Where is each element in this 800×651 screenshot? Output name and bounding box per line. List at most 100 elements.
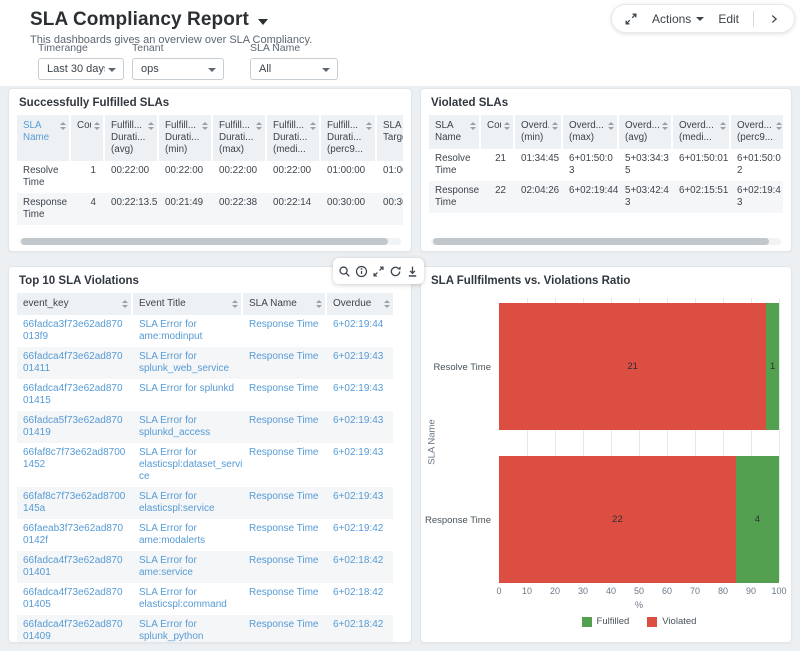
table-cell-link[interactable]: Response Time [243,443,327,487]
column-header-overd-[interactable]: Overd... (min) [515,115,563,149]
column-header-count[interactable]: Count [481,115,515,149]
table-cell-link[interactable]: 6+02:19:43 [327,487,393,519]
sort-icon[interactable] [256,120,262,130]
table-cell-link[interactable]: 6+02:19:43 [327,379,393,411]
table-cell-link[interactable]: Response Time [243,411,327,443]
search-icon[interactable] [336,259,353,283]
table-cell-link[interactable]: SLA Error for splunk_web_service [133,347,243,379]
table-cell-link[interactable]: 66faf8c7f73e62ad8700 1452 [17,443,133,487]
table-cell-link[interactable]: 66faeab3f73e62ad870 0142f [17,519,133,551]
column-header-sla[interactable]: SLA Name [17,115,71,161]
column-header-overd-[interactable]: Overd... (max) [563,115,619,149]
table-cell-link[interactable]: Response Time [243,347,327,379]
table-cell-link[interactable]: SLA Error for splunkd [133,379,243,411]
sort-icon[interactable] [504,120,510,130]
column-header-overd-[interactable]: Overd... (perc9... [731,115,783,149]
column-header-event-key[interactable]: event_key [17,293,133,315]
column-header-fulfill-[interactable]: Fulfill... Durati... (max) [213,115,267,161]
column-header-sla[interactable]: SLA Targe [377,115,403,161]
table-cell-link[interactable]: 6+02:18:42 [327,551,393,583]
table-cell-link[interactable]: Response Time [243,379,327,411]
table-cell-link[interactable]: SLA Error for ame:modalerts [133,519,243,551]
column-header-event-title[interactable]: Event Title [133,293,243,315]
sort-icon[interactable] [232,298,238,308]
table-cell-link[interactable]: 66fadca4f73e62ad870 01401 [17,551,133,583]
sort-icon[interactable] [122,298,128,308]
table-cell-link[interactable]: Response Time [243,615,327,642]
horizontal-scrollbar[interactable] [19,238,401,245]
expand-icon[interactable] [370,259,387,283]
scrollbar-thumb[interactable] [433,238,769,245]
tenant-dropdown[interactable]: ops [132,58,224,80]
table-cell-link[interactable]: Response Time [243,583,327,615]
table-cell-link[interactable]: 66fadca5f73e62ad870 01419 [17,411,133,443]
legend-item-fulfilled[interactable]: Fulfilled [582,616,630,627]
table-cell-link[interactable]: 66fadca4f73e62ad870 01405 [17,583,133,615]
download-icon[interactable] [404,259,421,283]
column-header-count[interactable]: Count [71,115,105,161]
table-cell-link[interactable]: SLA Error for elasticspl:dataset_servi c… [133,443,243,487]
sort-icon[interactable] [552,120,558,130]
table-cell-link[interactable]: SLA Error for splunkd_access [133,411,243,443]
table-cell-link[interactable]: 66fadca4f73e62ad870 01409 [17,615,133,642]
sort-icon[interactable] [202,120,208,130]
sort-icon[interactable] [366,120,372,130]
column-header-overd-[interactable]: Overd... (avg) [619,115,673,149]
column-header-overd-[interactable]: Overd... (medi... [673,115,731,149]
segment-violated[interactable]: 21 [499,303,766,430]
table-cell-link[interactable]: 66fadca4f73e62ad870 01411 [17,347,133,379]
table-cell-link[interactable]: 6+02:19:43 [327,443,393,487]
timerange-dropdown[interactable]: Last 30 days [38,58,124,80]
table-cell-link[interactable]: 66faf8c7f73e62ad8700 145a [17,487,133,519]
sort-icon[interactable] [316,298,322,308]
info-icon[interactable] [353,259,370,283]
table-cell-link[interactable]: Response Time [243,487,327,519]
legend-item-violated[interactable]: Violated [647,616,696,627]
table-cell-link[interactable]: SLA Error for ame:service [133,551,243,583]
sla-name-dropdown[interactable]: All [250,58,338,80]
table-cell-link[interactable]: 66fadca3f73e62ad870 013f9 [17,315,133,347]
table-cell-link[interactable]: Response Time [243,551,327,583]
sort-icon[interactable] [608,120,614,130]
sort-icon[interactable] [310,120,316,130]
table-cell-link[interactable]: Response Time [243,315,327,347]
sort-icon[interactable] [148,120,154,130]
column-header-sla[interactable]: SLA Name [429,115,481,149]
actions-button[interactable]: Actions [652,12,704,26]
table-cell-link[interactable]: 6+02:19:44 [327,315,393,347]
table-cell-link[interactable]: 6+02:18:42 [327,615,393,642]
sort-icon[interactable] [662,120,668,130]
table-cell-link[interactable]: 6+02:19:43 [327,347,393,379]
sort-icon[interactable] [60,120,66,130]
edit-button[interactable]: Edit [718,12,739,26]
sort-icon[interactable] [720,120,726,130]
fullscreen-icon[interactable] [624,12,638,26]
table-cell-link[interactable]: 6+02:19:43 [327,411,393,443]
column-header-fulfill-[interactable]: Fulfill... Durati... (perc9... [321,115,377,161]
segment-fulfilled[interactable]: 4 [736,456,779,583]
column-header-fulfill-[interactable]: Fulfill... Durati... (medi... [267,115,321,161]
sort-icon[interactable] [776,120,782,130]
table-cell-link[interactable]: SLA Error for elasticspl:command [133,583,243,615]
segment-violated[interactable]: 22 [499,456,736,583]
column-header-fulfill-[interactable]: Fulfill... Durati... (avg) [105,115,159,161]
caret-down-icon[interactable] [258,19,268,25]
column-header-overdue[interactable]: Overdue [327,293,393,315]
refresh-icon[interactable] [387,259,404,283]
sort-icon[interactable] [470,120,476,130]
table-cell-link[interactable]: 66fadca4f73e62ad870 01415 [17,379,133,411]
table-cell-link[interactable]: SLA Error for ame:modinput [133,315,243,347]
column-header-fulfill-[interactable]: Fulfill... Durati... (min) [159,115,213,161]
horizontal-scrollbar[interactable] [431,238,781,245]
segment-fulfilled[interactable]: 1 [766,303,779,430]
table-cell-link[interactable]: 6+02:18:42 [327,583,393,615]
table-cell-link[interactable]: SLA Error for elasticspl:service [133,487,243,519]
column-header-sla-name[interactable]: SLA Name [243,293,327,315]
sort-icon[interactable] [94,120,100,130]
table-cell-link[interactable]: SLA Error for splunk_python [133,615,243,642]
sort-icon[interactable] [384,298,390,308]
table-cell-link[interactable]: 6+02:19:42 [327,519,393,551]
chevron-right-icon[interactable] [768,13,780,25]
table-cell-link[interactable]: Response Time [243,519,327,551]
scrollbar-thumb[interactable] [21,238,388,245]
